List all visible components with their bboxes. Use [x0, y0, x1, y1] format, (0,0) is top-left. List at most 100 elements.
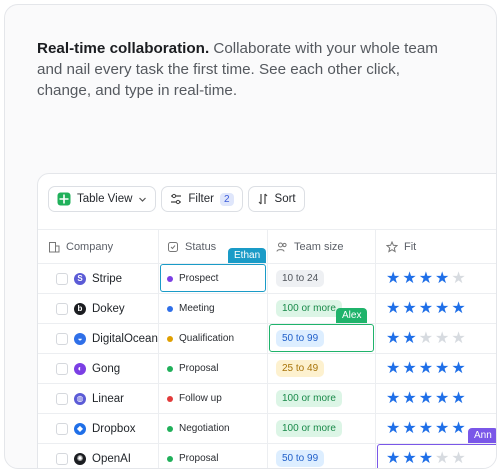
company-name: Linear: [92, 392, 124, 405]
star-empty-icon[interactable]: ★: [419, 330, 433, 347]
star-filled-icon[interactable]: ★: [386, 270, 400, 287]
fit-cell[interactable]: ★ ★ ★ ★ ★: [376, 264, 496, 293]
building-icon: [48, 241, 60, 253]
status-cell[interactable]: Qualification: [159, 324, 268, 353]
star-filled-icon[interactable]: ★: [435, 390, 449, 407]
filter-button[interactable]: Filter 2: [161, 186, 243, 212]
fit-rating: ★ ★ ★ ★ ★: [386, 270, 466, 287]
star-filled-icon[interactable]: ★: [402, 390, 416, 407]
star-filled-icon[interactable]: ★: [402, 330, 416, 347]
column-header-fit[interactable]: Fit: [376, 230, 496, 263]
company-logo-icon: S: [74, 272, 86, 285]
team-size-cell[interactable]: 25 to 49: [268, 354, 376, 383]
status-cell[interactable]: Proposal: [159, 354, 268, 383]
team-size-pill: 100 or more: [276, 300, 342, 317]
star-filled-icon[interactable]: ★: [402, 360, 416, 377]
star-filled-icon[interactable]: ★: [451, 300, 465, 317]
star-filled-icon[interactable]: ★: [435, 420, 449, 437]
table-row[interactable]: S Stripe Prospect 10 to 24 ★ ★ ★ ★ ★: [38, 263, 496, 293]
fit-cell[interactable]: ★ ★ ★ ★ ★: [376, 384, 496, 413]
status-cell[interactable]: Meeting: [159, 294, 268, 323]
column-header-company[interactable]: Company: [38, 230, 159, 263]
star-filled-icon[interactable]: ★: [386, 360, 400, 377]
star-filled-icon[interactable]: ★: [386, 390, 400, 407]
filter-count-badge: 2: [219, 192, 234, 206]
table-view-button[interactable]: Table View: [48, 186, 157, 212]
fit-cell[interactable]: ★ ★ ★ ★ ★: [376, 294, 496, 323]
sort-label: Sort: [274, 193, 296, 205]
fit-cell[interactable]: ★ ★ ★ ★ ★: [376, 354, 496, 383]
star-empty-icon[interactable]: ★: [451, 270, 465, 287]
status-dot-icon: [167, 335, 173, 342]
company-name: OpenAI: [92, 452, 131, 465]
status-dot-icon: [167, 425, 173, 432]
team-size-cell[interactable]: 100 or more: [268, 384, 376, 413]
star-filled-icon[interactable]: ★: [451, 420, 465, 437]
star-filled-icon[interactable]: ★: [435, 360, 449, 377]
star-filled-icon[interactable]: ★: [451, 390, 465, 407]
star-filled-icon[interactable]: ★: [402, 300, 416, 317]
star-empty-icon[interactable]: ★: [435, 330, 449, 347]
company-cell[interactable]: ◒ DigitalOcean: [38, 324, 159, 353]
table-row[interactable]: ◆ Dropbox Negotiation 100 or more ★ ★ ★ ★ ★: [38, 413, 496, 443]
team-size-cell[interactable]: 100 or more: [268, 414, 376, 443]
star-filled-icon[interactable]: ★: [419, 420, 433, 437]
company-cell[interactable]: ◍ Linear: [38, 384, 159, 413]
table-body: S Stripe Prospect 10 to 24 ★ ★ ★ ★ ★ b Dokey…: [38, 263, 496, 468]
table-view-label: Table View: [77, 193, 133, 205]
table-row[interactable]: ◍ Linear Follow up 100 or more ★ ★ ★ ★ ★: [38, 383, 496, 413]
column-header-team-size[interactable]: Team size: [268, 230, 376, 263]
star-filled-icon[interactable]: ★: [386, 420, 400, 437]
status-cell[interactable]: Negotiation: [159, 414, 268, 443]
status-circle-icon: [167, 241, 179, 253]
table-row[interactable]: ◒ DigitalOcean Qualification 50 to 99 ★ ★…: [38, 323, 496, 353]
status-label: Follow up: [179, 393, 222, 404]
status-label: Proposal: [179, 453, 219, 464]
status-cell[interactable]: Proposal: [159, 444, 268, 468]
company-logo-icon: b: [74, 302, 86, 315]
company-logo-icon: ◆: [74, 422, 86, 435]
company-cell[interactable]: ◆ Dropbox: [38, 414, 159, 443]
status-dot-icon: [167, 305, 173, 312]
row-checkbox[interactable]: [56, 302, 68, 315]
company-cell[interactable]: b Dokey: [38, 294, 159, 323]
row-checkbox[interactable]: [56, 272, 68, 285]
sort-button[interactable]: Sort: [247, 186, 305, 212]
team-size-pill: 50 to 99: [276, 450, 325, 467]
star-filled-icon[interactable]: ★: [419, 390, 433, 407]
collaborator-selection-2: [269, 324, 374, 352]
company-cell[interactable]: ✺ OpenAI: [38, 444, 159, 468]
row-checkbox[interactable]: [56, 332, 68, 345]
company-name: DigitalOcean: [92, 332, 158, 345]
table-grid-icon: [57, 192, 71, 206]
company-cell[interactable]: ◐ Gong: [38, 354, 159, 383]
row-checkbox[interactable]: [56, 392, 68, 405]
status-cell[interactable]: Follow up: [159, 384, 268, 413]
status-label: Proposal: [179, 363, 219, 374]
table-row[interactable]: ◐ Gong Proposal 25 to 49 ★ ★ ★ ★ ★: [38, 353, 496, 383]
star-filled-icon[interactable]: ★: [419, 360, 433, 377]
row-checkbox[interactable]: [56, 362, 68, 375]
row-checkbox[interactable]: [56, 422, 68, 435]
star-filled-icon[interactable]: ★: [419, 270, 433, 287]
star-filled-icon[interactable]: ★: [402, 270, 416, 287]
table-panel: Table View Filter 2 Sort Company Status …: [37, 173, 496, 468]
table-row[interactable]: b Dokey Meeting 100 or more ★ ★ ★ ★ ★: [38, 293, 496, 323]
star-filled-icon[interactable]: ★: [402, 420, 416, 437]
star-filled-icon[interactable]: ★: [435, 270, 449, 287]
status-label: Qualification: [179, 333, 235, 344]
team-size-cell[interactable]: 10 to 24: [268, 264, 376, 293]
star-filled-icon[interactable]: ★: [435, 300, 449, 317]
intro-title: Real-time collaboration.: [37, 40, 210, 57]
team-size-cell[interactable]: 50 to 99: [268, 444, 376, 468]
star-empty-icon[interactable]: ★: [451, 330, 465, 347]
star-filled-icon[interactable]: ★: [419, 300, 433, 317]
company-cell[interactable]: S Stripe: [38, 264, 159, 293]
team-size-pill: 25 to 49: [276, 360, 325, 377]
row-checkbox[interactable]: [56, 452, 68, 465]
star-filled-icon[interactable]: ★: [386, 300, 400, 317]
star-filled-icon[interactable]: ★: [451, 360, 465, 377]
company-name: Stripe: [92, 272, 123, 285]
fit-cell[interactable]: ★ ★ ★ ★ ★: [376, 324, 496, 353]
star-filled-icon[interactable]: ★: [386, 330, 400, 347]
